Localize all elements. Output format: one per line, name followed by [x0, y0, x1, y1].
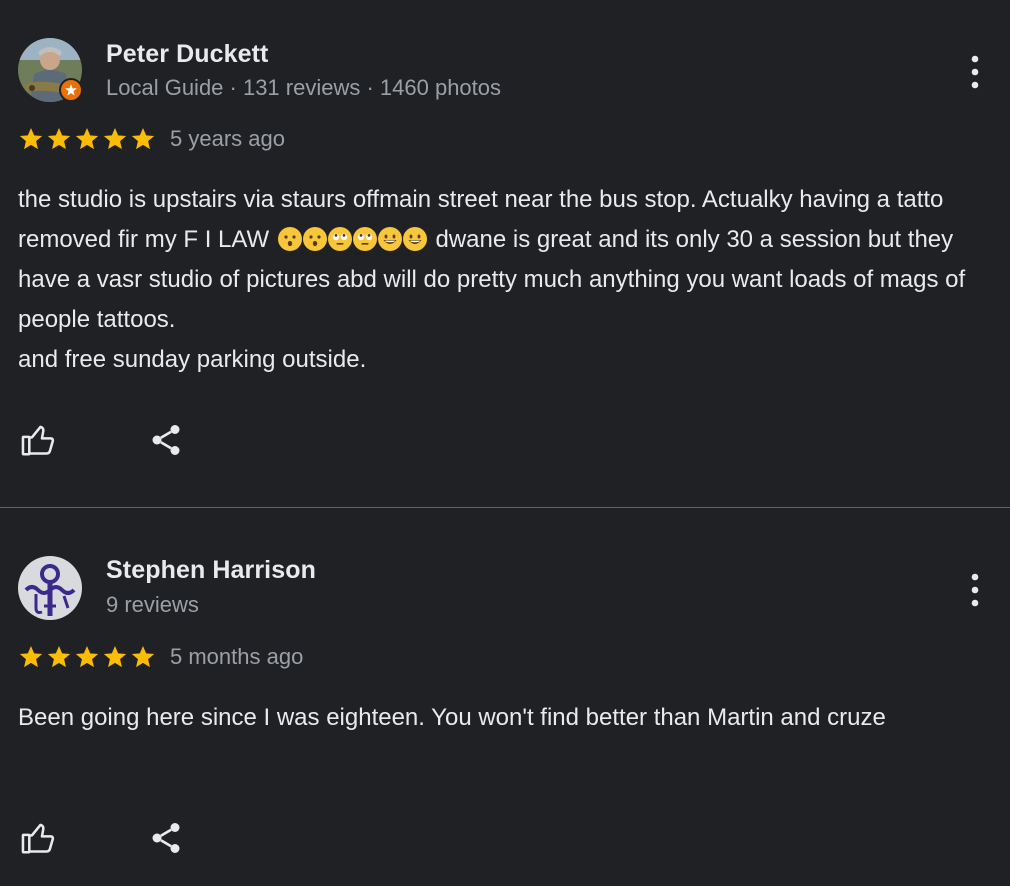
- more-vert-icon[interactable]: [964, 570, 986, 610]
- rating-row: 5 months ago: [18, 644, 303, 670]
- grinning-face-icon: [377, 227, 402, 251]
- star-icon: [131, 127, 155, 150]
- star-icon: [47, 645, 71, 668]
- review-actions: [18, 818, 186, 858]
- hushed-face-icon: [277, 227, 302, 251]
- review-text: the studio is upstairs via staurs offmai…: [18, 180, 978, 380]
- star-rating: [18, 644, 156, 670]
- star-rating: [18, 126, 156, 152]
- reviewer-avatar[interactable]: [18, 38, 83, 102]
- love-symbol-avatar: [18, 556, 82, 620]
- rating-row: 5 years ago: [18, 126, 285, 152]
- rolling-eyes-face-icon: [352, 227, 377, 251]
- star-icon: [19, 127, 43, 150]
- review-actions: [18, 420, 186, 460]
- local-guide-star-icon: [59, 78, 83, 102]
- thumb-up-icon[interactable]: [18, 818, 58, 858]
- emoji-group: [277, 227, 427, 251]
- star-icon: [47, 127, 71, 150]
- review-date: 5 months ago: [170, 644, 304, 669]
- reviewer-meta: 9 reviews: [106, 592, 199, 617]
- reviewer-name[interactable]: Stephen Harrison: [106, 556, 316, 585]
- reviewer-avatar[interactable]: [18, 556, 82, 620]
- star-icon: [131, 645, 155, 668]
- review-card: Stephen Harrison 9 reviews 5 months ago …: [0, 508, 1010, 885]
- star-icon: [103, 127, 127, 150]
- reviewer-meta: Local Guide · 131 reviews · 1460 photos: [106, 75, 502, 100]
- review-text: Been going here since I was eighteen. Yo…: [18, 704, 886, 731]
- more-vert-icon[interactable]: [964, 52, 986, 92]
- star-icon: [19, 645, 43, 668]
- reviewer-name[interactable]: Peter Duckett: [106, 40, 268, 69]
- grinning-face-icon: [402, 227, 427, 251]
- rolling-eyes-face-icon: [327, 227, 352, 251]
- thumb-up-icon[interactable]: [18, 420, 58, 460]
- star-icon: [103, 645, 127, 668]
- star-icon: [75, 127, 99, 150]
- hushed-face-icon: [302, 227, 327, 251]
- review-date: 5 years ago: [170, 126, 285, 151]
- share-icon[interactable]: [146, 420, 186, 460]
- star-icon: [75, 645, 99, 668]
- share-icon[interactable]: [146, 818, 186, 858]
- review-card: Peter Duckett Local Guide · 131 reviews …: [0, 0, 1010, 508]
